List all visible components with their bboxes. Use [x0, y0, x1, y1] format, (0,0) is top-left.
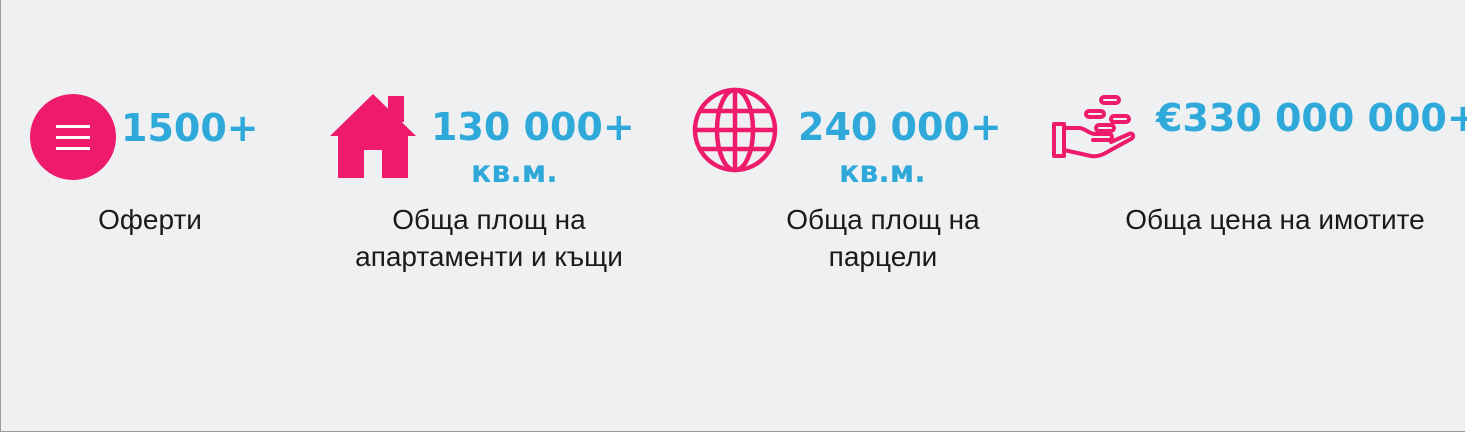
- stat-label: Оферти: [98, 204, 202, 235]
- house-icon: [330, 94, 416, 178]
- stat-value: 130 000+: [431, 105, 635, 149]
- stat-label: Обща площ на парцели: [786, 204, 980, 272]
- stat-value: €330 000 000+: [1156, 96, 1467, 140]
- stat-label: Обща цена на имотите: [1125, 204, 1425, 235]
- stat-value: 1500+: [121, 106, 259, 150]
- stat-label: Обща площ на апартаменти и къщи: [355, 204, 623, 272]
- menu-icon: [30, 94, 116, 180]
- stat-unit: кв.м.: [471, 155, 558, 190]
- stats-section: 1500+ Оферти 130 000+ кв.м. Обща площ на…: [0, 0, 1467, 432]
- globe-icon: [692, 87, 778, 173]
- stat-value: 240 000+: [798, 105, 1002, 149]
- hand-coins-icon: [1052, 95, 1136, 159]
- stat-unit: кв.м.: [839, 155, 926, 190]
